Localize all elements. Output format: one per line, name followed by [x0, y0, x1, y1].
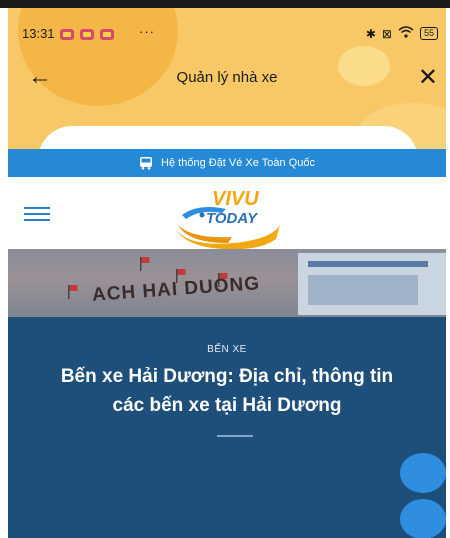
vivu-today-logo[interactable]: VIVU TODAY	[168, 185, 294, 249]
notice-bar[interactable]: Hệ thống Đặt Vé Xe Toàn Quốc	[8, 149, 446, 177]
headline-line-1: Bến xe Hải Dương: Địa chỉ, thông tin	[60, 366, 394, 387]
status-time: 13:31	[22, 26, 55, 41]
headline-line-2: các bến xe tại Hải Dương	[112, 395, 342, 416]
sim-icon: ⊠	[381, 26, 392, 41]
bus-icon	[140, 157, 153, 170]
bluetooth-icon: ✱	[365, 26, 376, 41]
hero-photo: ACH HAI DUONG	[8, 249, 446, 317]
notification-icon	[60, 29, 74, 40]
top-border	[0, 0, 450, 8]
more-notifications-icon: ···	[139, 24, 155, 39]
notice-text: Hệ thống Đặt Vé Xe Toàn Quốc	[161, 157, 315, 169]
notification-icon	[100, 29, 114, 40]
notification-icon	[80, 29, 94, 40]
battery-icon: 55	[419, 27, 438, 40]
flag-icon	[68, 285, 78, 299]
site-navbar: VIVU TODAY	[8, 177, 446, 249]
logo-vivu-text: VIVU	[212, 188, 259, 210]
app-screen: 13:31 ··· ✱ ⊠ 55 ← Quản lý nhà xe ✕ Hệ t…	[8, 8, 446, 538]
article-category[interactable]: BẾN XE	[8, 344, 446, 355]
floating-action-button[interactable]	[400, 499, 446, 538]
photo-sign-text: ACH HAI DUONG	[91, 273, 261, 306]
headline-divider	[217, 435, 253, 437]
status-bar: 13:31 ··· ✱ ⊠ 55	[8, 24, 446, 46]
page-title: Quản lý nhà xe	[176, 69, 278, 86]
close-icon[interactable]: ✕	[418, 63, 438, 92]
article-hero: ACH HAI DUONG BẾN XE Bến xe Hải Dương: Đ…	[8, 249, 446, 538]
wifi-icon	[398, 26, 414, 41]
battery-level: 55	[423, 28, 434, 38]
title-bar: ← Quản lý nhà xe ✕	[8, 63, 446, 93]
logo-today-text: TODAY	[206, 210, 259, 227]
hamburger-menu-icon[interactable]	[24, 207, 50, 221]
photo-poster	[298, 253, 446, 315]
floating-action-button[interactable]	[400, 453, 446, 493]
flag-icon	[140, 257, 150, 271]
article-headline: Bến xe Hải Dương: Địa chỉ, thông tin các…	[28, 362, 426, 420]
